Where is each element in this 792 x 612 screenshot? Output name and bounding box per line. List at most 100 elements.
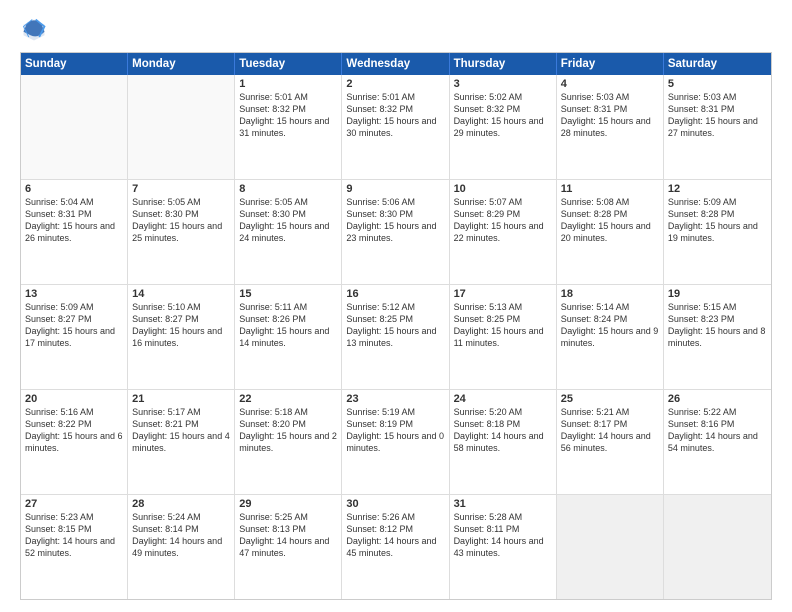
day-info: Sunrise: 5:12 AMSunset: 8:25 PMDaylight:… bbox=[346, 301, 444, 350]
day-info: Sunrise: 5:24 AMSunset: 8:14 PMDaylight:… bbox=[132, 511, 230, 560]
day-info: Sunrise: 5:10 AMSunset: 8:27 PMDaylight:… bbox=[132, 301, 230, 350]
calendar-cell: 26Sunrise: 5:22 AMSunset: 8:16 PMDayligh… bbox=[664, 390, 771, 494]
weekday-header-saturday: Saturday bbox=[664, 53, 771, 75]
calendar-cell: 6Sunrise: 5:04 AMSunset: 8:31 PMDaylight… bbox=[21, 180, 128, 284]
calendar-cell bbox=[21, 75, 128, 179]
calendar-cell: 24Sunrise: 5:20 AMSunset: 8:18 PMDayligh… bbox=[450, 390, 557, 494]
calendar-cell: 14Sunrise: 5:10 AMSunset: 8:27 PMDayligh… bbox=[128, 285, 235, 389]
calendar-cell: 12Sunrise: 5:09 AMSunset: 8:28 PMDayligh… bbox=[664, 180, 771, 284]
day-number: 24 bbox=[454, 393, 552, 405]
calendar-cell: 5Sunrise: 5:03 AMSunset: 8:31 PMDaylight… bbox=[664, 75, 771, 179]
calendar: SundayMondayTuesdayWednesdayThursdayFrid… bbox=[20, 52, 772, 600]
day-number: 28 bbox=[132, 498, 230, 510]
calendar-row-2: 6Sunrise: 5:04 AMSunset: 8:31 PMDaylight… bbox=[21, 179, 771, 284]
day-number: 10 bbox=[454, 183, 552, 195]
day-number: 15 bbox=[239, 288, 337, 300]
day-number: 6 bbox=[25, 183, 123, 195]
calendar-cell: 15Sunrise: 5:11 AMSunset: 8:26 PMDayligh… bbox=[235, 285, 342, 389]
day-info: Sunrise: 5:02 AMSunset: 8:32 PMDaylight:… bbox=[454, 91, 552, 140]
calendar-cell: 28Sunrise: 5:24 AMSunset: 8:14 PMDayligh… bbox=[128, 495, 235, 599]
calendar-cell: 4Sunrise: 5:03 AMSunset: 8:31 PMDaylight… bbox=[557, 75, 664, 179]
day-number: 14 bbox=[132, 288, 230, 300]
day-number: 17 bbox=[454, 288, 552, 300]
day-number: 2 bbox=[346, 78, 444, 90]
weekday-header-tuesday: Tuesday bbox=[235, 53, 342, 75]
day-info: Sunrise: 5:26 AMSunset: 8:12 PMDaylight:… bbox=[346, 511, 444, 560]
day-number: 5 bbox=[668, 78, 767, 90]
calendar-row-4: 20Sunrise: 5:16 AMSunset: 8:22 PMDayligh… bbox=[21, 389, 771, 494]
day-info: Sunrise: 5:14 AMSunset: 8:24 PMDaylight:… bbox=[561, 301, 659, 350]
day-number: 22 bbox=[239, 393, 337, 405]
calendar-cell: 9Sunrise: 5:06 AMSunset: 8:30 PMDaylight… bbox=[342, 180, 449, 284]
logo bbox=[20, 16, 52, 44]
calendar-cell: 18Sunrise: 5:14 AMSunset: 8:24 PMDayligh… bbox=[557, 285, 664, 389]
day-info: Sunrise: 5:15 AMSunset: 8:23 PMDaylight:… bbox=[668, 301, 767, 350]
calendar-cell: 20Sunrise: 5:16 AMSunset: 8:22 PMDayligh… bbox=[21, 390, 128, 494]
calendar-cell: 1Sunrise: 5:01 AMSunset: 8:32 PMDaylight… bbox=[235, 75, 342, 179]
calendar-cell: 17Sunrise: 5:13 AMSunset: 8:25 PMDayligh… bbox=[450, 285, 557, 389]
day-info: Sunrise: 5:18 AMSunset: 8:20 PMDaylight:… bbox=[239, 406, 337, 455]
day-number: 7 bbox=[132, 183, 230, 195]
day-number: 21 bbox=[132, 393, 230, 405]
day-info: Sunrise: 5:06 AMSunset: 8:30 PMDaylight:… bbox=[346, 196, 444, 245]
weekday-header-sunday: Sunday bbox=[21, 53, 128, 75]
day-number: 31 bbox=[454, 498, 552, 510]
day-number: 3 bbox=[454, 78, 552, 90]
day-info: Sunrise: 5:09 AMSunset: 8:27 PMDaylight:… bbox=[25, 301, 123, 350]
day-info: Sunrise: 5:17 AMSunset: 8:21 PMDaylight:… bbox=[132, 406, 230, 455]
day-number: 29 bbox=[239, 498, 337, 510]
day-info: Sunrise: 5:05 AMSunset: 8:30 PMDaylight:… bbox=[132, 196, 230, 245]
day-number: 26 bbox=[668, 393, 767, 405]
day-number: 4 bbox=[561, 78, 659, 90]
day-info: Sunrise: 5:04 AMSunset: 8:31 PMDaylight:… bbox=[25, 196, 123, 245]
weekday-header-monday: Monday bbox=[128, 53, 235, 75]
calendar-row-1: 1Sunrise: 5:01 AMSunset: 8:32 PMDaylight… bbox=[21, 75, 771, 179]
day-number: 13 bbox=[25, 288, 123, 300]
calendar-cell: 11Sunrise: 5:08 AMSunset: 8:28 PMDayligh… bbox=[557, 180, 664, 284]
calendar-cell: 29Sunrise: 5:25 AMSunset: 8:13 PMDayligh… bbox=[235, 495, 342, 599]
day-number: 18 bbox=[561, 288, 659, 300]
calendar-cell: 8Sunrise: 5:05 AMSunset: 8:30 PMDaylight… bbox=[235, 180, 342, 284]
weekday-header-thursday: Thursday bbox=[450, 53, 557, 75]
day-info: Sunrise: 5:25 AMSunset: 8:13 PMDaylight:… bbox=[239, 511, 337, 560]
day-number: 23 bbox=[346, 393, 444, 405]
day-info: Sunrise: 5:01 AMSunset: 8:32 PMDaylight:… bbox=[346, 91, 444, 140]
calendar-cell: 27Sunrise: 5:23 AMSunset: 8:15 PMDayligh… bbox=[21, 495, 128, 599]
calendar-cell: 30Sunrise: 5:26 AMSunset: 8:12 PMDayligh… bbox=[342, 495, 449, 599]
logo-icon bbox=[20, 16, 48, 44]
calendar-cell: 16Sunrise: 5:12 AMSunset: 8:25 PMDayligh… bbox=[342, 285, 449, 389]
calendar-header: SundayMondayTuesdayWednesdayThursdayFrid… bbox=[21, 53, 771, 75]
day-number: 8 bbox=[239, 183, 337, 195]
calendar-row-5: 27Sunrise: 5:23 AMSunset: 8:15 PMDayligh… bbox=[21, 494, 771, 599]
calendar-cell: 7Sunrise: 5:05 AMSunset: 8:30 PMDaylight… bbox=[128, 180, 235, 284]
page: SundayMondayTuesdayWednesdayThursdayFrid… bbox=[0, 0, 792, 612]
calendar-cell: 10Sunrise: 5:07 AMSunset: 8:29 PMDayligh… bbox=[450, 180, 557, 284]
day-number: 9 bbox=[346, 183, 444, 195]
calendar-cell: 13Sunrise: 5:09 AMSunset: 8:27 PMDayligh… bbox=[21, 285, 128, 389]
day-number: 11 bbox=[561, 183, 659, 195]
calendar-cell: 2Sunrise: 5:01 AMSunset: 8:32 PMDaylight… bbox=[342, 75, 449, 179]
day-number: 12 bbox=[668, 183, 767, 195]
day-info: Sunrise: 5:01 AMSunset: 8:32 PMDaylight:… bbox=[239, 91, 337, 140]
calendar-cell bbox=[664, 495, 771, 599]
day-number: 27 bbox=[25, 498, 123, 510]
day-info: Sunrise: 5:09 AMSunset: 8:28 PMDaylight:… bbox=[668, 196, 767, 245]
day-number: 30 bbox=[346, 498, 444, 510]
day-info: Sunrise: 5:16 AMSunset: 8:22 PMDaylight:… bbox=[25, 406, 123, 455]
calendar-cell: 19Sunrise: 5:15 AMSunset: 8:23 PMDayligh… bbox=[664, 285, 771, 389]
day-info: Sunrise: 5:11 AMSunset: 8:26 PMDaylight:… bbox=[239, 301, 337, 350]
day-number: 19 bbox=[668, 288, 767, 300]
day-info: Sunrise: 5:07 AMSunset: 8:29 PMDaylight:… bbox=[454, 196, 552, 245]
calendar-cell: 22Sunrise: 5:18 AMSunset: 8:20 PMDayligh… bbox=[235, 390, 342, 494]
calendar-cell bbox=[128, 75, 235, 179]
day-info: Sunrise: 5:23 AMSunset: 8:15 PMDaylight:… bbox=[25, 511, 123, 560]
day-info: Sunrise: 5:13 AMSunset: 8:25 PMDaylight:… bbox=[454, 301, 552, 350]
calendar-row-3: 13Sunrise: 5:09 AMSunset: 8:27 PMDayligh… bbox=[21, 284, 771, 389]
day-info: Sunrise: 5:21 AMSunset: 8:17 PMDaylight:… bbox=[561, 406, 659, 455]
day-info: Sunrise: 5:08 AMSunset: 8:28 PMDaylight:… bbox=[561, 196, 659, 245]
calendar-body: 1Sunrise: 5:01 AMSunset: 8:32 PMDaylight… bbox=[21, 75, 771, 599]
day-number: 20 bbox=[25, 393, 123, 405]
calendar-cell: 25Sunrise: 5:21 AMSunset: 8:17 PMDayligh… bbox=[557, 390, 664, 494]
header bbox=[20, 16, 772, 44]
day-info: Sunrise: 5:20 AMSunset: 8:18 PMDaylight:… bbox=[454, 406, 552, 455]
